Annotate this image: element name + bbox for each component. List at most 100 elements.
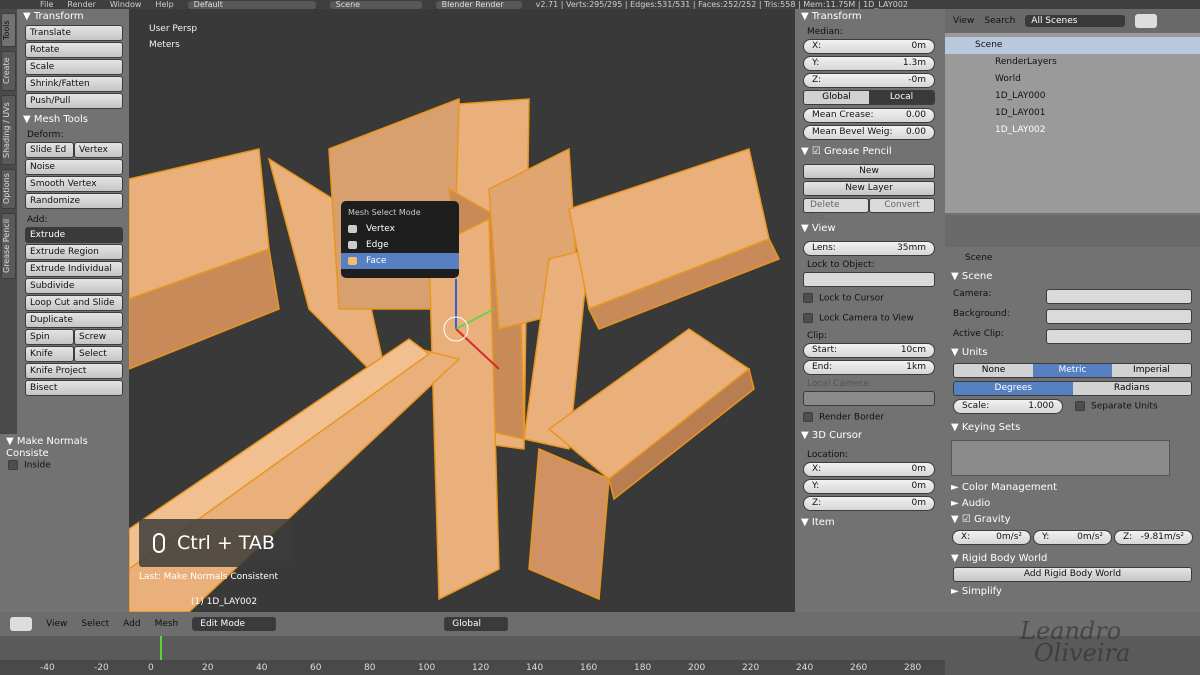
- translate-button[interactable]: Translate: [25, 25, 123, 41]
- outliner-search-menu[interactable]: Search: [984, 16, 1015, 26]
- item-header[interactable]: ▼ Item: [795, 515, 943, 531]
- layout-select[interactable]: Default: [187, 0, 316, 9]
- header-mesh-menu[interactable]: Mesh: [155, 619, 179, 629]
- menu-item-edge[interactable]: Edge: [341, 237, 459, 253]
- gravity-x-field[interactable]: X: 0m/s²: [952, 530, 1031, 545]
- unit-imperial[interactable]: Imperial: [1112, 364, 1191, 377]
- editor-type-icon[interactable]: [10, 617, 32, 631]
- global-button[interactable]: Global: [804, 91, 869, 104]
- add-rigid-body-button[interactable]: Add Rigid Body World: [953, 567, 1192, 582]
- scale-button[interactable]: Scale: [25, 59, 123, 75]
- outliner-row-renderlayers[interactable]: RenderLayers: [945, 54, 1200, 71]
- mesh-tools-panel-header[interactable]: ▼ Mesh Tools: [17, 112, 129, 128]
- convert-button[interactable]: Convert: [869, 198, 935, 213]
- lock-cursor-checkbox[interactable]: Lock to Cursor: [795, 289, 943, 309]
- search-icon[interactable]: [1135, 14, 1158, 28]
- render-border-checkbox[interactable]: Render Border: [795, 408, 943, 428]
- cursor-z-field[interactable]: Z: 0m: [803, 496, 935, 511]
- shrink-fatten-button[interactable]: Shrink/Fatten: [25, 76, 123, 92]
- keying-sets-list[interactable]: [951, 440, 1170, 476]
- tab-shading-uvs[interactable]: Shading / UVs: [1, 95, 16, 165]
- engine-select[interactable]: Blender Render: [435, 0, 522, 9]
- slide-edge-button[interactable]: Slide Ed: [25, 142, 74, 158]
- mode-select[interactable]: Edit Mode: [192, 617, 277, 631]
- local-camera-field[interactable]: [803, 391, 935, 406]
- tab-options[interactable]: Options: [1, 169, 16, 209]
- rigid-body-header[interactable]: ▼ Rigid Body World: [945, 551, 1200, 567]
- gravity-header[interactable]: ▼ ☑ Gravity: [945, 512, 1200, 528]
- lock-camera-checkbox[interactable]: Lock Camera to View: [795, 309, 943, 329]
- scene-panel-header[interactable]: ▼ Scene: [945, 269, 1200, 285]
- menu-item-vertex[interactable]: Vertex: [341, 221, 459, 237]
- median-y-field[interactable]: Y: 1.3m: [803, 56, 935, 71]
- screw-button[interactable]: Screw: [74, 329, 123, 345]
- median-x-field[interactable]: X: 0m: [803, 39, 935, 54]
- mean-bevel-field[interactable]: Mean Bevel Weig: 0.00: [803, 125, 935, 140]
- extrude-individual-button[interactable]: Extrude Individual: [25, 261, 123, 277]
- knife-select-button[interactable]: Select: [74, 346, 123, 362]
- tab-create[interactable]: Create: [1, 51, 16, 91]
- header-view-menu[interactable]: View: [46, 619, 67, 629]
- camera-field[interactable]: [1046, 289, 1192, 304]
- lock-object-field[interactable]: [803, 272, 935, 287]
- extrude-region-button[interactable]: Extrude Region: [25, 244, 123, 260]
- noise-button[interactable]: Noise: [25, 159, 123, 175]
- duplicate-button[interactable]: Duplicate: [25, 312, 123, 328]
- audio-header[interactable]: ► Audio: [945, 496, 1200, 512]
- menu-item-face[interactable]: Face: [341, 253, 459, 269]
- n-transform-header[interactable]: ▼ Transform: [795, 9, 943, 25]
- median-z-field[interactable]: Z: -0m: [803, 73, 935, 88]
- active-clip-field[interactable]: [1046, 329, 1192, 344]
- 3d-viewport[interactable]: User Persp Meters Mesh Select Mode Verte…: [129, 9, 795, 612]
- outliner-row-world[interactable]: World: [945, 71, 1200, 88]
- current-frame-marker[interactable]: [160, 636, 162, 660]
- cursor-y-field[interactable]: Y: 0m: [803, 479, 935, 494]
- grease-new-button[interactable]: New: [803, 164, 935, 179]
- subdivide-button[interactable]: Subdivide: [25, 278, 123, 294]
- transform-panel-header[interactable]: ▼ Transform: [17, 9, 129, 25]
- unit-none[interactable]: None: [954, 364, 1033, 377]
- randomize-button[interactable]: Randomize: [25, 193, 123, 209]
- gravity-z-field[interactable]: Z: -9.81m/s²: [1114, 530, 1193, 545]
- knife-project-button[interactable]: Knife Project: [25, 363, 123, 379]
- 3d-cursor-header[interactable]: ▼ 3D Cursor: [795, 428, 943, 444]
- tab-tools[interactable]: Tools: [1, 13, 16, 47]
- local-button[interactable]: Local: [869, 91, 934, 104]
- loop-cut-button[interactable]: Loop Cut and Slide: [25, 295, 123, 311]
- push-pull-button[interactable]: Push/Pull: [25, 93, 123, 109]
- color-management-header[interactable]: ► Color Management: [945, 480, 1200, 496]
- clip-start-field[interactable]: Start: 10cm: [803, 343, 935, 358]
- operator-panel-header[interactable]: ▼ Make Normals Consiste: [0, 434, 129, 459]
- gravity-y-field[interactable]: Y: 0m/s²: [1033, 530, 1112, 545]
- outliner-row-scene[interactable]: Scene: [945, 37, 1200, 54]
- unit-scale-field[interactable]: Scale: 1.000: [953, 399, 1063, 414]
- extrude-button[interactable]: Extrude: [25, 227, 123, 243]
- menu-window[interactable]: Window: [110, 0, 142, 9]
- cursor-x-field[interactable]: X: 0m: [803, 462, 935, 477]
- lens-field[interactable]: Lens: 35mm: [803, 241, 935, 256]
- rotate-button[interactable]: Rotate: [25, 42, 123, 58]
- new-layer-button[interactable]: New Layer: [803, 181, 935, 196]
- knife-button[interactable]: Knife: [25, 346, 74, 362]
- keying-sets-header[interactable]: ▼ Keying Sets: [945, 420, 1200, 436]
- scene-select[interactable]: Scene: [329, 0, 422, 9]
- spin-button[interactable]: Spin: [25, 329, 74, 345]
- grease-pencil-header[interactable]: ▼ ☑ Grease Pencil: [795, 144, 943, 160]
- separate-units-checkbox[interactable]: Separate Units: [1063, 401, 1158, 412]
- outliner-row-lay002[interactable]: 1D_LAY002: [945, 122, 1200, 139]
- view-header[interactable]: ▼ View: [795, 221, 943, 237]
- smooth-vertex-button[interactable]: Smooth Vertex: [25, 176, 123, 192]
- bisect-button[interactable]: Bisect: [25, 380, 123, 396]
- delete-frame-button[interactable]: Delete Fra...: [803, 198, 869, 223]
- background-field[interactable]: [1046, 309, 1192, 324]
- unit-metric[interactable]: Metric: [1033, 364, 1112, 377]
- clip-end-field[interactable]: End: 1km: [803, 360, 935, 375]
- menu-help[interactable]: Help: [155, 0, 173, 9]
- menu-render[interactable]: Render: [67, 0, 95, 9]
- simplify-header[interactable]: ► Simplify: [945, 584, 1200, 600]
- header-select-menu[interactable]: Select: [81, 619, 109, 629]
- outliner-view-menu[interactable]: View: [953, 16, 974, 26]
- outliner-filter-select[interactable]: All Scenes: [1025, 15, 1126, 27]
- outliner-row-lay001[interactable]: 1D_LAY001: [945, 105, 1200, 122]
- orientation-select[interactable]: Global: [444, 617, 509, 631]
